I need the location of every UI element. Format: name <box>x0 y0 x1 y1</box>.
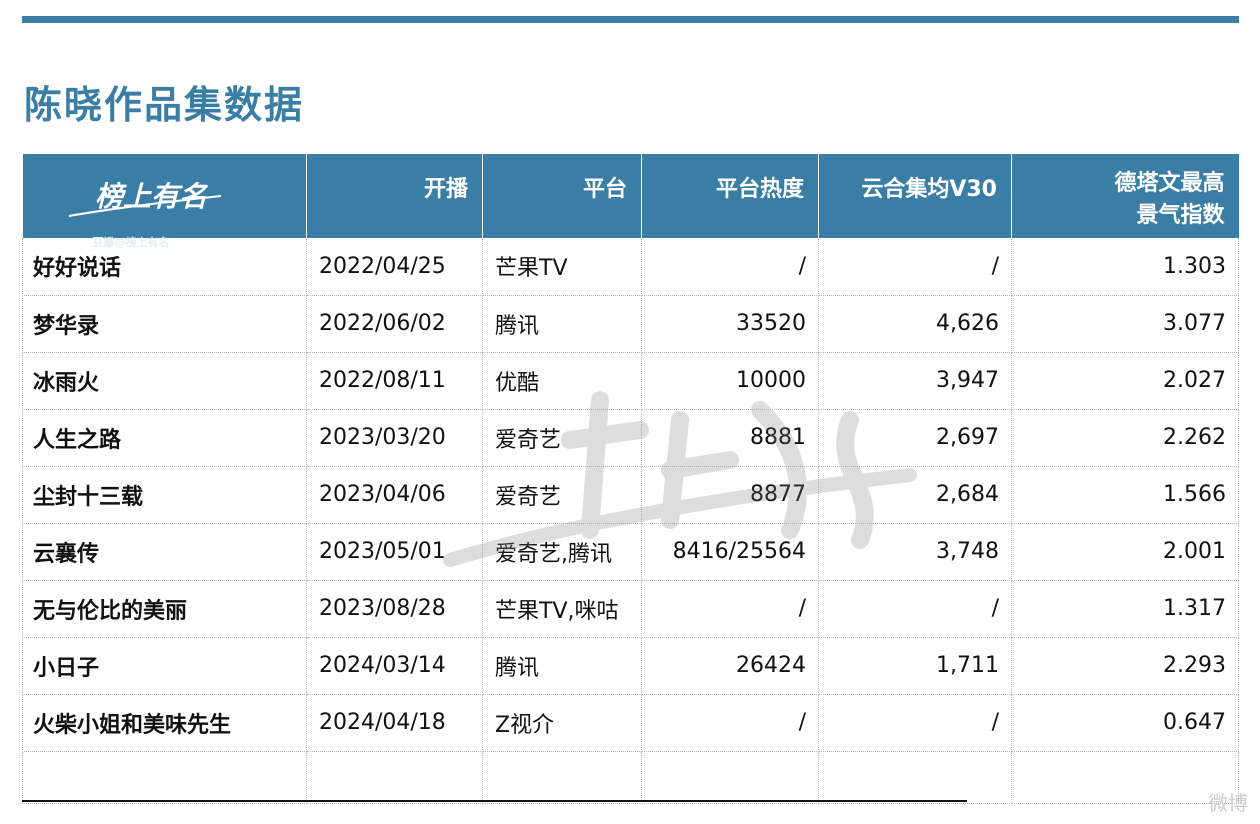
table-row-empty <box>22 751 1239 804</box>
row-value-cell: 芒果TV <box>482 238 642 296</box>
row-value-cell: 2,697 <box>818 409 1012 467</box>
row-value-cell: / <box>818 580 1012 638</box>
column-header-2: 平台 <box>482 154 642 238</box>
row-title-cell: 冰雨火 <box>22 352 307 410</box>
row-value-cell: 优酷 <box>482 352 642 410</box>
row-value-cell: 2.027 <box>1011 352 1239 410</box>
table-row: 好好说话 2022/04/25 芒果TV //1.303 <box>22 238 1239 296</box>
row-value-cell: 2022/08/11 <box>306 352 483 410</box>
row-value-cell: 2.001 <box>1011 523 1239 581</box>
table-row: 火柴小姐和美味先生 2024/04/18 Z视介 //0.647 <box>22 694 1239 752</box>
row-value-cell: 8877 <box>641 466 819 524</box>
row-value-cell: 腾讯 <box>482 295 642 353</box>
row-value-cell: 2024/03/14 <box>306 637 483 695</box>
empty-cell <box>482 751 642 804</box>
row-value-cell: 1.303 <box>1011 238 1239 296</box>
empty-cell <box>641 751 819 804</box>
row-value-cell: 10000 <box>641 352 819 410</box>
row-value-cell: 3,748 <box>818 523 1012 581</box>
row-value-cell: 2023/08/28 <box>306 580 483 638</box>
row-value-cell: 2.262 <box>1011 409 1239 467</box>
row-value-cell: 1.566 <box>1011 466 1239 524</box>
row-value-cell: 8881 <box>641 409 819 467</box>
table-row: 人生之路 2023/03/20 爱奇艺 8881 2,697 2.262 <box>22 409 1239 467</box>
column-header-4: 云合集均V30 <box>818 154 1012 238</box>
table-row: 尘封十三载 2023/04/06 爱奇艺 8877 2,684 1.566 <box>22 466 1239 524</box>
row-value-cell: 2,684 <box>818 466 1012 524</box>
row-title-cell: 无与伦比的美丽 <box>22 580 307 638</box>
row-value-cell: 3,947 <box>818 352 1012 410</box>
row-value-cell: 腾讯 <box>482 637 642 695</box>
column-header-1: 开播 <box>306 154 483 238</box>
row-value-cell: / <box>641 238 819 296</box>
row-value-cell: 8416/25564 <box>641 523 819 581</box>
row-value-cell: 0.647 <box>1011 694 1239 752</box>
row-title-cell: 尘封十三载 <box>22 466 307 524</box>
row-value-cell: 33520 <box>641 295 819 353</box>
column-header-label: 开播 <box>423 177 468 202</box>
brand-logo-icon: 榜上有名 <box>68 180 221 217</box>
row-value-cell: 2023/03/20 <box>306 409 483 467</box>
row-value-cell: / <box>818 238 1012 296</box>
works-data-table: 榜上有名豆瓣@榜上有名 开播 平台 平台热度 云合集均V30 德塔文最高 景气指数 好好说… <box>22 154 1239 804</box>
column-header-label: 云合集均V30 <box>861 177 997 202</box>
row-value-cell: 1,711 <box>818 637 1012 695</box>
row-value-cell: 3.077 <box>1011 295 1239 353</box>
bottom-rule <box>22 800 967 802</box>
row-value-cell: 2022/04/25 <box>306 238 483 296</box>
row-value-cell: Z视介 <box>482 694 642 752</box>
row-value-cell: 2024/04/18 <box>306 694 483 752</box>
table-row: 云襄传 2023/05/01 爱奇艺,腾讯 8416/25564 3,748 2.001 <box>22 523 1239 581</box>
row-title-cell: 梦华录 <box>22 295 307 353</box>
row-value-cell: / <box>641 694 819 752</box>
table-row: 冰雨火 2022/08/11 优酷 10000 3,947 2.027 <box>22 352 1239 410</box>
table-header-row: 榜上有名豆瓣@榜上有名 开播 平台 平台热度 云合集均V30 德塔文最高 景气指数 <box>22 154 1239 249</box>
empty-cell <box>306 751 483 804</box>
row-value-cell: 芒果TV,咪咕 <box>482 580 642 638</box>
empty-cell <box>22 751 307 804</box>
data-table-container: 榜上有名豆瓣@榜上有名 开播 平台 平台热度 云合集均V30 德塔文最高 景气指数 好好说… <box>22 154 1239 804</box>
empty-cell <box>1011 751 1239 804</box>
table-row: 无与伦比的美丽 2023/08/28 芒果TV,咪咕 //1.317 <box>22 580 1239 638</box>
corner-watermark: 微博 <box>1208 791 1248 815</box>
table-row: 梦华录 2022/06/02 腾讯 33520 4,626 3.077 <box>22 295 1239 353</box>
column-header-3: 平台热度 <box>641 154 819 238</box>
row-value-cell: 2022/06/02 <box>306 295 483 353</box>
row-value-cell: / <box>818 694 1012 752</box>
top-accent-rule <box>22 16 1239 23</box>
row-value-cell: 爱奇艺,腾讯 <box>482 523 642 581</box>
table-body: 好好说话 2022/04/25 芒果TV //1.303 梦华录 2022/06/02 腾讯… <box>22 238 1239 804</box>
row-value-cell: 2023/04/06 <box>306 466 483 524</box>
logo-subtitle: 豆瓣@榜上有名 <box>92 236 170 249</box>
row-value-cell: 2.293 <box>1011 637 1239 695</box>
header-logo-cell: 榜上有名豆瓣@榜上有名 <box>22 154 307 249</box>
row-value-cell: 2023/05/01 <box>306 523 483 581</box>
row-value-cell: / <box>641 580 819 638</box>
row-title-cell: 人生之路 <box>22 409 307 467</box>
row-title-cell: 小日子 <box>22 637 307 695</box>
row-value-cell: 4,626 <box>818 295 1012 353</box>
row-value-cell: 爱奇艺 <box>482 409 642 467</box>
row-value-cell: 爱奇艺 <box>482 466 642 524</box>
row-title-cell: 火柴小姐和美味先生 <box>22 694 307 752</box>
column-header-label: 平台 <box>582 177 627 202</box>
page-title: 陈晓作品集数据 <box>24 83 305 127</box>
column-header-label: 平台热度 <box>715 177 804 202</box>
column-header-5: 德塔文最高 景气指数 <box>1011 154 1239 238</box>
row-value-cell: 1.317 <box>1011 580 1239 638</box>
logo-text: 榜上有名 <box>95 180 209 213</box>
row-title-cell: 云襄传 <box>22 523 307 581</box>
table-row: 小日子 2024/03/14 腾讯 26424 1,711 2.293 <box>22 637 1239 695</box>
empty-cell <box>818 751 1012 804</box>
row-value-cell: 26424 <box>641 637 819 695</box>
column-header-label: 德塔文最高 景气指数 <box>1114 171 1225 228</box>
